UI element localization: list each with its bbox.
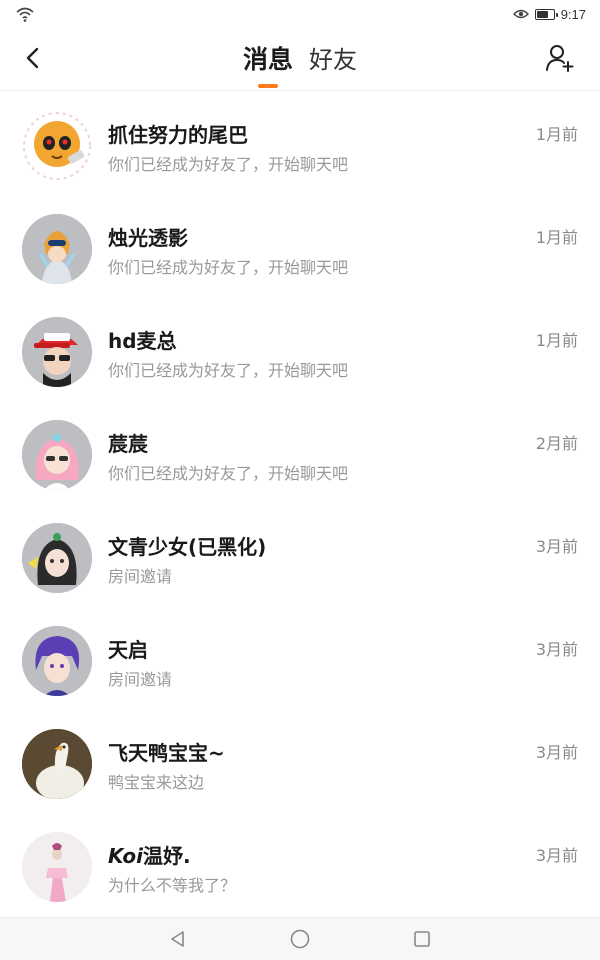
nav-back-button[interactable]: [166, 927, 190, 951]
contact-name: 天启: [108, 638, 148, 662]
system-nav-bar: [0, 917, 600, 960]
conversation-row[interactable]: hd麦总 你们已经成为好友了，开始聊天吧 1月前: [0, 297, 600, 400]
active-tab-indicator: [257, 84, 278, 88]
contact-name: 文青少女(已黑化): [108, 535, 267, 559]
nav-recents-button[interactable]: [410, 927, 434, 951]
person-add-icon: [546, 45, 574, 72]
message-time: 1月前: [535, 125, 578, 144]
contact-name: 抓住努力的尾巴: [108, 123, 248, 147]
message-time: 3月前: [535, 743, 578, 762]
message-time: 1月前: [535, 331, 578, 350]
status-indicators: 9:17: [512, 5, 586, 24]
wifi-icon: [16, 6, 34, 22]
conversation-row[interactable]: 烛光透影 你们已经成为好友了，开始聊天吧 1月前: [0, 194, 600, 297]
avatar: [22, 523, 92, 593]
avatar: [22, 832, 92, 902]
message-time: 3月前: [535, 640, 578, 659]
message-preview: 你们已经成为好友了，开始聊天吧: [108, 258, 349, 277]
message-time: 1月前: [535, 228, 578, 247]
tab-messages[interactable]: 消息: [242, 45, 293, 88]
status-bar: 9:17: [0, 0, 600, 28]
contact-name: 烛光透影: [108, 226, 188, 250]
circle-home-icon: [290, 929, 310, 949]
conversation-row[interactable]: Koi温妤. 为什么不等我了？ 3月前: [0, 812, 600, 915]
square-recents-icon: [414, 931, 430, 947]
conversation-row[interactable]: 莀莀 你们已经成为好友了，开始聊天吧 2月前: [0, 400, 600, 503]
conversation-row[interactable]: 抓住努力的尾巴 你们已经成为好友了，开始聊天吧 1月前: [0, 91, 600, 194]
contact-name: 莀莀: [108, 432, 148, 456]
message-time: 3月前: [535, 846, 578, 865]
tab-friends[interactable]: 好友: [309, 46, 357, 74]
contact-name: 飞天鸭宝宝~: [108, 741, 225, 765]
eye-comfort-icon: [512, 5, 529, 24]
conversation-row[interactable]: 飞天鸭宝宝~ 鸭宝宝来这边 3月前: [0, 709, 600, 812]
contact-name: Koi温妤.: [108, 840, 191, 869]
avatar: [22, 111, 92, 181]
conversation-list: 抓住努力的尾巴 你们已经成为好友了，开始聊天吧 1月前 烛光透影 你们已经成为好…: [0, 91, 600, 915]
nav-home-button[interactable]: [288, 927, 312, 951]
triangle-back-icon: [171, 931, 184, 947]
message-time: 2月前: [535, 434, 578, 453]
avatar: [22, 317, 92, 387]
avatar: [22, 420, 92, 490]
battery-fill: [536, 10, 548, 18]
conversation-row[interactable]: 天启 房间邀请 3月前: [0, 606, 600, 709]
add-friend-button[interactable]: [544, 42, 576, 74]
contact-name-rest: 温妤.: [143, 844, 191, 868]
status-time: 9:17: [560, 6, 586, 22]
message-preview: 你们已经成为好友了，开始聊天吧: [108, 155, 349, 174]
message-preview: 为什么不等我了？: [108, 876, 237, 895]
message-preview: 鸭宝宝来这边: [108, 773, 205, 792]
message-preview: 你们已经成为好友了，开始聊天吧: [108, 361, 349, 380]
battery-icon: [534, 8, 558, 20]
avatar: [22, 729, 92, 799]
tab-bar: 消息 好友: [0, 38, 600, 88]
message-preview: 房间邀请: [108, 670, 173, 689]
conversation-row[interactable]: 文青少女(已黑化) 房间邀请 3月前: [0, 503, 600, 606]
tab-messages-label: 消息: [242, 45, 293, 74]
message-time: 3月前: [535, 537, 578, 556]
contact-name-italic: Koi: [108, 844, 143, 868]
message-preview: 房间邀请: [108, 567, 173, 586]
contact-name: hd麦总: [108, 329, 177, 353]
message-preview: 你们已经成为好友了，开始聊天吧: [108, 464, 349, 483]
tab-friends-label: 好友: [309, 46, 357, 74]
avatar: [22, 626, 92, 696]
avatar: [22, 214, 92, 284]
header: 消息 好友: [0, 28, 600, 91]
